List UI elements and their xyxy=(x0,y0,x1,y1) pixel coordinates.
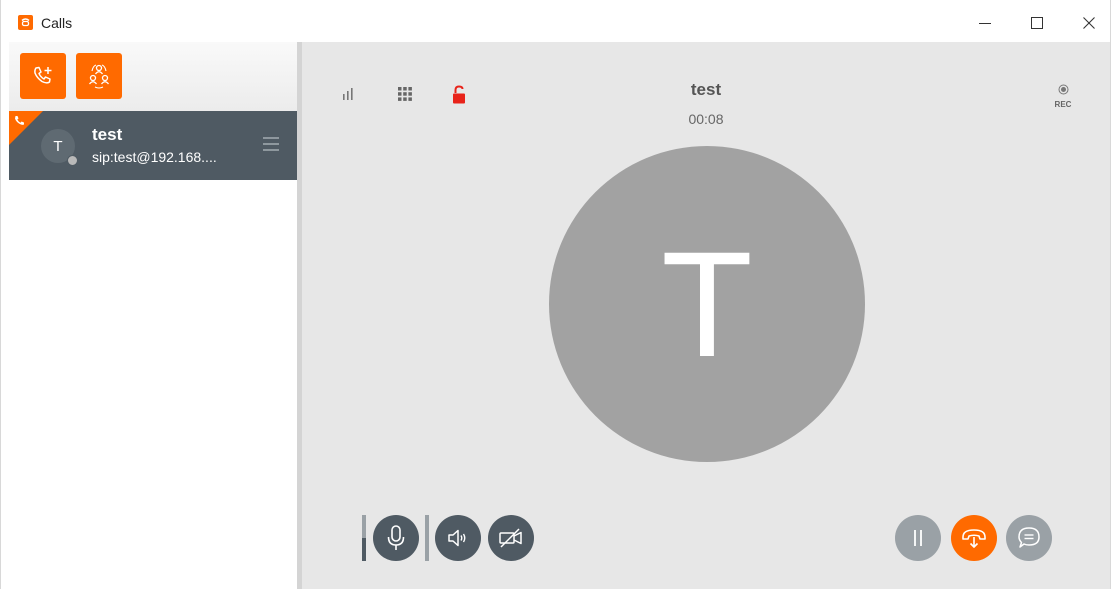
maximize-icon xyxy=(1031,17,1043,29)
call-duration: 00:08 xyxy=(688,111,724,127)
maximize-button[interactable] xyxy=(1023,9,1051,37)
presence-status-dot xyxy=(67,155,78,166)
mic-level-meter xyxy=(362,515,366,561)
title-bar: Calls xyxy=(1,0,1110,42)
speaker-button[interactable] xyxy=(435,515,481,561)
call-contact-address: sip:test@192.168.... xyxy=(92,149,217,165)
window-title: Calls xyxy=(41,15,73,31)
video-off-icon xyxy=(499,528,522,548)
call-contact-name: test xyxy=(92,125,123,144)
sidebar-toolbar xyxy=(9,42,297,111)
record-label: REC xyxy=(1054,100,1072,109)
contact-avatar-large: T xyxy=(549,146,865,462)
hang-up-button[interactable] xyxy=(951,515,997,561)
chat-button[interactable] xyxy=(1006,515,1052,561)
encryption-button[interactable] xyxy=(452,85,466,110)
speaker-icon xyxy=(448,529,466,547)
record-button[interactable]: REC xyxy=(1052,82,1074,109)
minimize-button[interactable] xyxy=(971,9,999,37)
calls-window: Calls T test sip:test@192.168.... REC te… xyxy=(0,0,1111,589)
new-call-button[interactable] xyxy=(20,53,66,99)
menu-icon xyxy=(263,137,279,151)
call-contact-name-header: test xyxy=(690,80,722,99)
phone-plus-icon xyxy=(34,66,52,84)
chat-bubble-icon xyxy=(1018,527,1040,548)
record-icon xyxy=(1058,84,1068,95)
call-list-item[interactable]: T test sip:test@192.168.... xyxy=(9,111,297,180)
close-button[interactable] xyxy=(1075,9,1103,37)
video-button[interactable] xyxy=(488,515,534,561)
mic-level-fill xyxy=(362,538,366,561)
close-icon xyxy=(1083,17,1095,29)
phone-icon xyxy=(15,116,24,125)
dialpad-button[interactable] xyxy=(397,86,413,107)
conference-icon xyxy=(88,64,110,89)
hold-button[interactable] xyxy=(895,515,941,561)
conference-button[interactable] xyxy=(76,53,122,99)
microphone-icon xyxy=(387,525,405,550)
call-quality-button[interactable] xyxy=(342,87,356,106)
call-item-menu-button[interactable] xyxy=(263,136,279,157)
speaker-level-meter xyxy=(425,515,429,561)
active-call-panel: REC test 00:08 T xyxy=(302,42,1110,589)
minimize-icon xyxy=(979,23,991,24)
pause-icon xyxy=(914,530,922,546)
app-logo-icon xyxy=(18,15,33,30)
microphone-button[interactable] xyxy=(373,515,419,561)
hang-up-icon xyxy=(962,529,986,548)
unlocked-padlock-icon xyxy=(453,85,465,104)
signal-bars-icon xyxy=(343,88,353,100)
dialpad-icon xyxy=(398,87,412,101)
calls-sidebar: T test sip:test@192.168.... xyxy=(9,42,297,589)
